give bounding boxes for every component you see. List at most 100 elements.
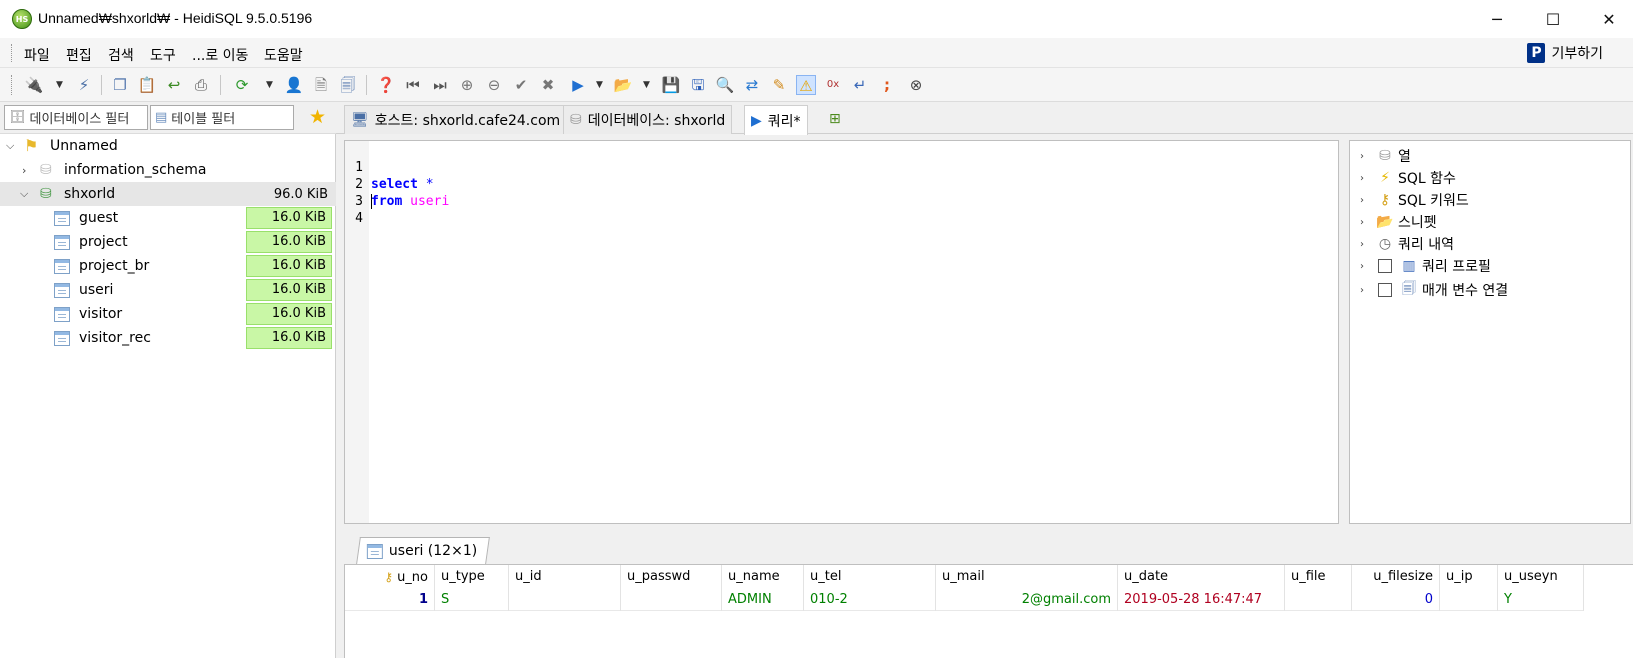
run-dropdown-icon[interactable]: ▼ <box>596 75 603 95</box>
tree-node-database[interactable]: ⌵ ⛁ shxorld 96.0 KiB <box>0 182 336 206</box>
run-icon[interactable]: ▶ <box>568 75 588 95</box>
toolbar-grip[interactable] <box>11 75 14 95</box>
column-header[interactable]: u_date <box>1118 565 1285 589</box>
tree-node-table[interactable]: project 16.0 KiB <box>0 230 336 254</box>
column-header[interactable]: u_tel <box>804 565 936 589</box>
menu-grip[interactable] <box>11 44 14 62</box>
save-as-icon[interactable]: 🖫 <box>688 75 708 95</box>
maximize-button[interactable]: ☐ <box>1530 0 1576 38</box>
cell-u-no[interactable]: 1 <box>345 589 435 611</box>
helper-item-sql-functions[interactable]: › ⚡ SQL 함수 <box>1350 167 1630 189</box>
print-icon[interactable]: ⎙ <box>191 75 211 95</box>
connect-dropdown-icon[interactable]: ▼ <box>56 75 63 95</box>
new-query-tab-icon[interactable]: ⊞ <box>829 111 841 127</box>
column-header[interactable]: ⚷ u_no <box>345 565 435 589</box>
donate-button[interactable]: P 기부하기 <box>1527 43 1603 63</box>
tree-node-table[interactable]: visitor 16.0 KiB <box>0 302 336 326</box>
tab-query[interactable]: ▶ 쿼리* <box>744 105 808 135</box>
column-header[interactable]: u_mail <box>936 565 1118 589</box>
cell-u-mail[interactable]: 2@gmail.com <box>936 589 1118 611</box>
format-icon[interactable]: ✎ <box>769 75 789 95</box>
delete-row-icon[interactable]: ⊖ <box>484 75 504 95</box>
table-filter-input[interactable]: ▤ 테이블 필터 <box>150 105 294 130</box>
tree-node-database[interactable]: › ⛁ information_schema <box>0 158 336 182</box>
menu-search[interactable]: 검색 <box>108 45 134 65</box>
find-icon[interactable]: 🔍 <box>715 75 735 95</box>
chevron-down-icon[interactable]: ⌵ <box>20 187 28 201</box>
table-row[interactable]: 1 S ADMIN 010-2 2@gmail.com 2019-05-28 1… <box>345 589 1584 611</box>
column-header[interactable]: u_filesize <box>1352 565 1440 589</box>
minimize-button[interactable]: ─ <box>1474 0 1520 38</box>
sql-editor[interactable]: 1 select * 2 from useri 3 4 <box>344 140 1339 524</box>
helper-item-snippets[interactable]: › 📂 스니펫 <box>1350 211 1630 233</box>
cancel-icon[interactable]: ✖ <box>538 75 558 95</box>
cell-u-type[interactable]: S <box>435 589 509 611</box>
menu-file[interactable]: 파일 <box>24 45 50 65</box>
connect-icon[interactable]: 🔌 <box>24 75 44 95</box>
last-icon[interactable]: ⏭ <box>430 75 450 95</box>
cell-u-ip[interactable] <box>1440 589 1498 611</box>
chevron-down-icon[interactable]: ⌵ <box>6 139 14 153</box>
export-icon[interactable]: 🗎 <box>311 75 331 95</box>
helper-item-query-history[interactable]: › ◷ 쿼리 내역 <box>1350 233 1630 255</box>
user-manager-icon[interactable]: 👤 <box>284 75 304 95</box>
tab-database[interactable]: ⛁ 데이터베이스: shxorld <box>563 105 733 134</box>
tree-node-table[interactable]: guest 16.0 KiB <box>0 206 336 230</box>
database-filter-input[interactable]: 🗄 데이터베이스 필터 <box>4 105 148 130</box>
chevron-right-icon[interactable]: › <box>1360 173 1364 184</box>
save-icon[interactable]: 💾 <box>661 75 681 95</box>
helper-item-bind-parameters[interactable]: › 🗐 매개 변수 연결 <box>1350 279 1630 301</box>
column-header[interactable]: u_useyn <box>1498 565 1584 589</box>
menu-goto[interactable]: ...로 이동 <box>192 45 248 65</box>
tree-node-server[interactable]: ⌵ ⚑ Unnamed <box>0 134 336 158</box>
cell-u-date[interactable]: 2019-05-28 16:47:47 <box>1118 589 1285 611</box>
column-header[interactable]: u_ip <box>1440 565 1498 589</box>
menu-help[interactable]: 도움말 <box>264 45 303 65</box>
query-profile-checkbox[interactable] <box>1378 259 1392 273</box>
cell-u-name[interactable]: ADMIN <box>722 589 804 611</box>
copy-icon[interactable]: ❐ <box>110 75 130 95</box>
chevron-right-icon[interactable]: › <box>1360 261 1364 272</box>
chevron-right-icon[interactable]: › <box>22 164 26 177</box>
post-icon[interactable]: ✔ <box>511 75 531 95</box>
result-tab[interactable]: useri (12×1) <box>356 537 491 564</box>
result-grid[interactable]: ⚷ u_no u_type u_id u_passwd u_name u_tel … <box>344 564 1633 658</box>
disconnect-icon[interactable]: ⚡ <box>74 75 94 95</box>
chevron-right-icon[interactable]: › <box>1360 239 1364 250</box>
cell-u-passwd[interactable] <box>621 589 722 611</box>
refresh-dropdown-icon[interactable]: ▼ <box>266 75 273 95</box>
first-icon[interactable]: ⏮ <box>403 75 423 95</box>
tab-host[interactable]: 🖥 호스트: shxorld.cafe24.com <box>344 105 568 134</box>
tree-node-table[interactable]: useri 16.0 KiB <box>0 278 336 302</box>
add-row-icon[interactable]: ⊕ <box>457 75 477 95</box>
cell-u-tel[interactable]: 010-2 <box>804 589 936 611</box>
tree-node-table[interactable]: project_br 16.0 KiB <box>0 254 336 278</box>
cell-u-useyn[interactable]: Y <box>1498 589 1584 611</box>
warnings-icon[interactable]: ⚠ <box>796 75 816 95</box>
wrap-icon[interactable]: ↵ <box>850 75 870 95</box>
semicolon-icon[interactable]: ; <box>877 75 897 95</box>
favorites-star-icon[interactable]: ★ <box>309 107 326 127</box>
cell-u-filesize[interactable]: 0 <box>1352 589 1440 611</box>
column-header[interactable]: u_type <box>435 565 509 589</box>
help-icon[interactable]: ❓ <box>376 75 396 95</box>
import-icon[interactable]: 🗐 <box>338 75 358 95</box>
helper-item-sql-keywords[interactable]: › ⚷ SQL 키워드 <box>1350 189 1630 211</box>
refresh-icon[interactable]: ⟳ <box>232 75 252 95</box>
load-dropdown-icon[interactable]: ▼ <box>643 75 650 95</box>
binary-icon[interactable]: 0x <box>823 75 843 95</box>
stop-icon[interactable]: ⊗ <box>906 75 926 95</box>
column-header[interactable]: u_file <box>1285 565 1352 589</box>
column-header[interactable]: u_passwd <box>621 565 722 589</box>
undo-icon[interactable]: ↩ <box>164 75 184 95</box>
chevron-right-icon[interactable]: › <box>1360 285 1364 296</box>
helper-item-columns[interactable]: › ⛁ 열 <box>1350 145 1630 167</box>
cell-u-id[interactable] <box>509 589 621 611</box>
chevron-right-icon[interactable]: › <box>1360 217 1364 228</box>
cell-u-file[interactable] <box>1285 589 1352 611</box>
paste-icon[interactable]: 📋 <box>137 75 157 95</box>
menu-tools[interactable]: 도구 <box>150 45 176 65</box>
column-header[interactable]: u_name <box>722 565 804 589</box>
column-header[interactable]: u_id <box>509 565 621 589</box>
helper-item-query-profile[interactable]: › ▥ 쿼리 프로필 <box>1350 255 1630 277</box>
